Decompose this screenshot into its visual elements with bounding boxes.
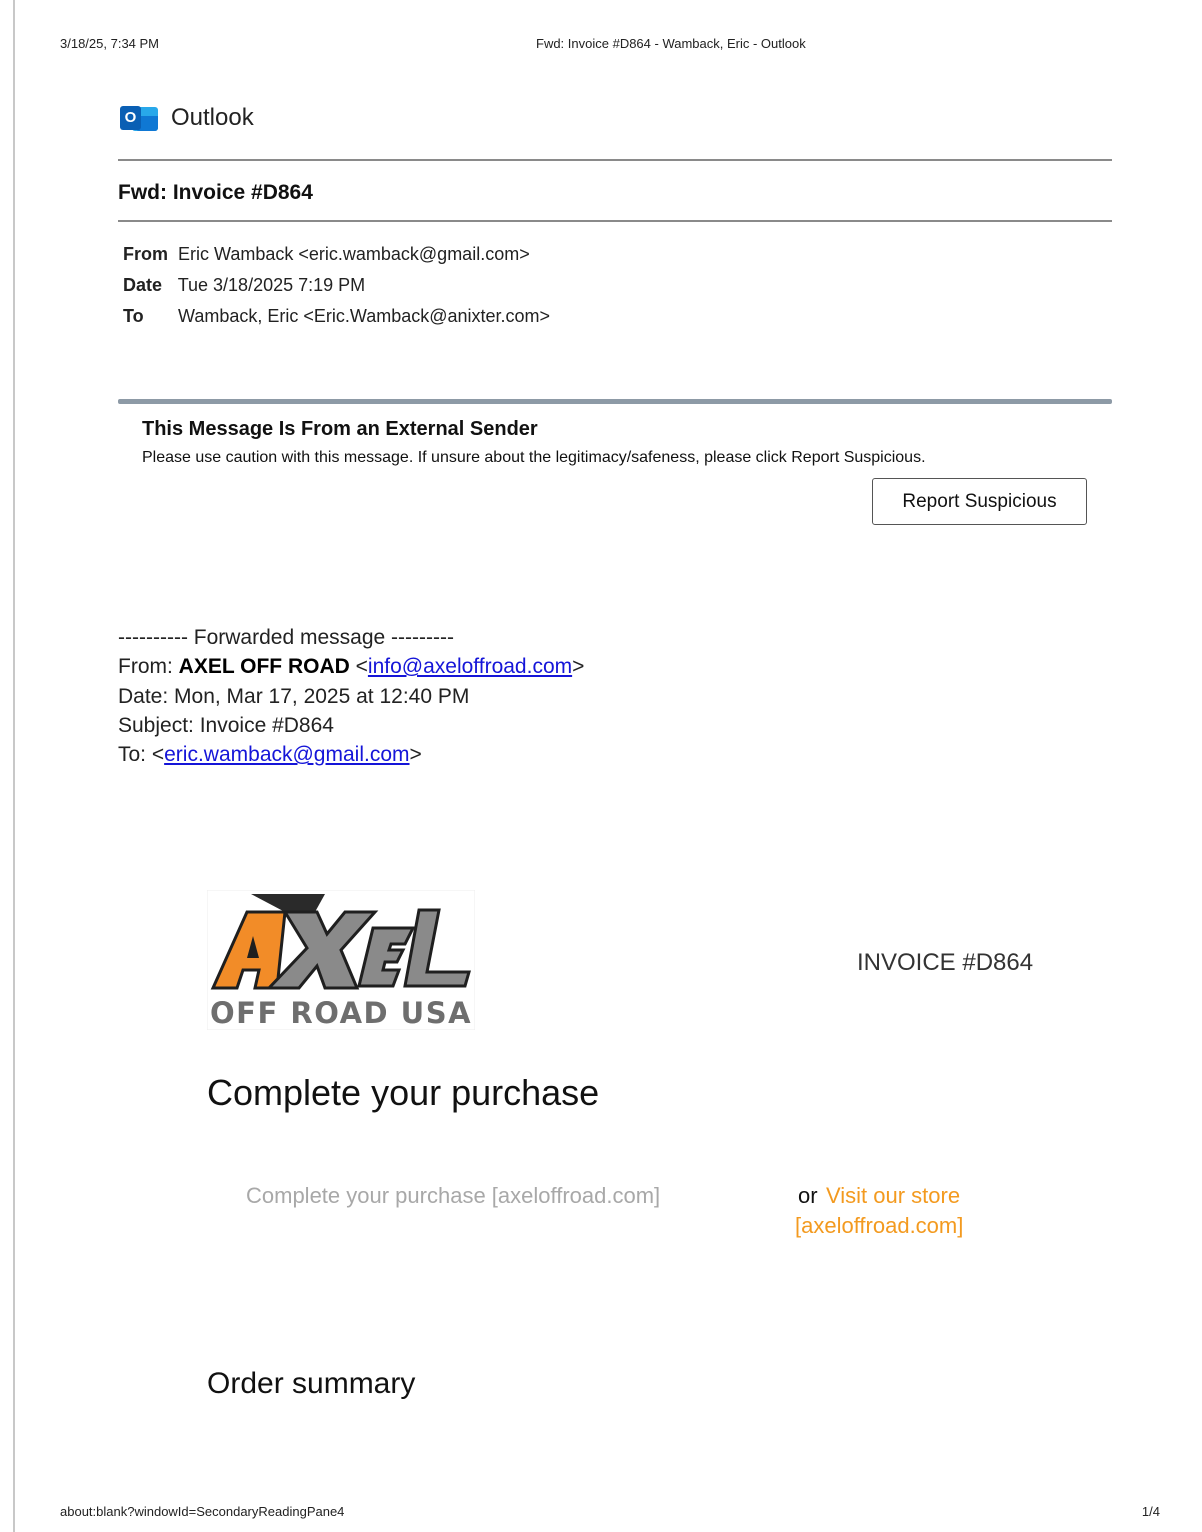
external-sender-text: Please use caution with this message. If…	[142, 449, 926, 466]
from-row: From Eric Wamback <eric.wamback@gmail.co…	[123, 244, 530, 265]
visit-store-link-url[interactable]: [axeloffroad.com]	[795, 1213, 963, 1239]
outlook-logo-icon: O	[120, 102, 158, 134]
app-name: Outlook	[171, 104, 254, 131]
forwarded-from: From: AXEL OFF ROAD <info@axeloffroad.co…	[118, 655, 585, 678]
to-value[interactable]: Wamback, Eric <Eric.Wamback@anixter.com>	[178, 306, 550, 326]
external-sender-bar	[118, 399, 1112, 404]
to-row: To Wamback, Eric <Eric.Wamback@anixter.c…	[123, 306, 550, 327]
message-subject: Fwd: Invoice #D864	[118, 181, 313, 204]
from-label: From	[123, 244, 168, 264]
page-left-border	[13, 0, 15, 1532]
forwarded-to: To: <eric.wamback@gmail.com>	[118, 743, 422, 766]
date-label: Date	[123, 275, 163, 295]
print-page-title: Fwd: Invoice #D864 - Wamback, Eric - Out…	[536, 36, 806, 51]
print-page-number: 1/4	[1141, 1504, 1160, 1519]
invoice-number: INVOICE #D864	[857, 949, 1034, 976]
forwarded-divider: ---------- Forwarded message ---------	[118, 626, 454, 649]
report-suspicious-button[interactable]: Report Suspicious	[872, 478, 1087, 525]
print-timestamp: 3/18/25, 7:34 PM	[60, 36, 160, 51]
date-value: Tue 3/18/2025 7:19 PM	[177, 275, 366, 295]
complete-purchase-link[interactable]: Complete your purchase [axeloffroad.com]	[246, 1183, 660, 1209]
date-row: Date Tue 3/18/2025 7:19 PM	[123, 275, 365, 296]
outlook-brand: O Outlook	[120, 100, 254, 136]
forwarded-date: Date: Mon, Mar 17, 2025 at 12:40 PM	[118, 685, 470, 708]
forwarded-subject: Subject: Invoice #D864	[118, 714, 334, 737]
or-text: or	[798, 1183, 818, 1208]
logo-tagline: OFF ROAD USA	[210, 996, 473, 1030]
print-footer-url: about:blank?windowId=SecondaryReadingPan…	[60, 1504, 345, 1519]
visit-store-link[interactable]: Visit our store	[826, 1183, 960, 1209]
order-summary-heading: Order summary	[207, 1367, 416, 1400]
to-label: To	[123, 306, 144, 326]
from-value[interactable]: Eric Wamback <eric.wamback@gmail.com>	[178, 244, 530, 264]
divider	[118, 159, 1112, 161]
complete-purchase-heading: Complete your purchase	[207, 1072, 600, 1113]
forwarded-sender-name: AXEL OFF ROAD	[178, 655, 350, 678]
divider	[118, 220, 1112, 222]
external-sender-title: This Message Is From an External Sender	[142, 418, 538, 440]
forwarded-recipient-email-link[interactable]: eric.wamback@gmail.com	[164, 743, 409, 766]
forwarded-sender-email-link[interactable]: info@axeloffroad.com	[368, 655, 572, 678]
